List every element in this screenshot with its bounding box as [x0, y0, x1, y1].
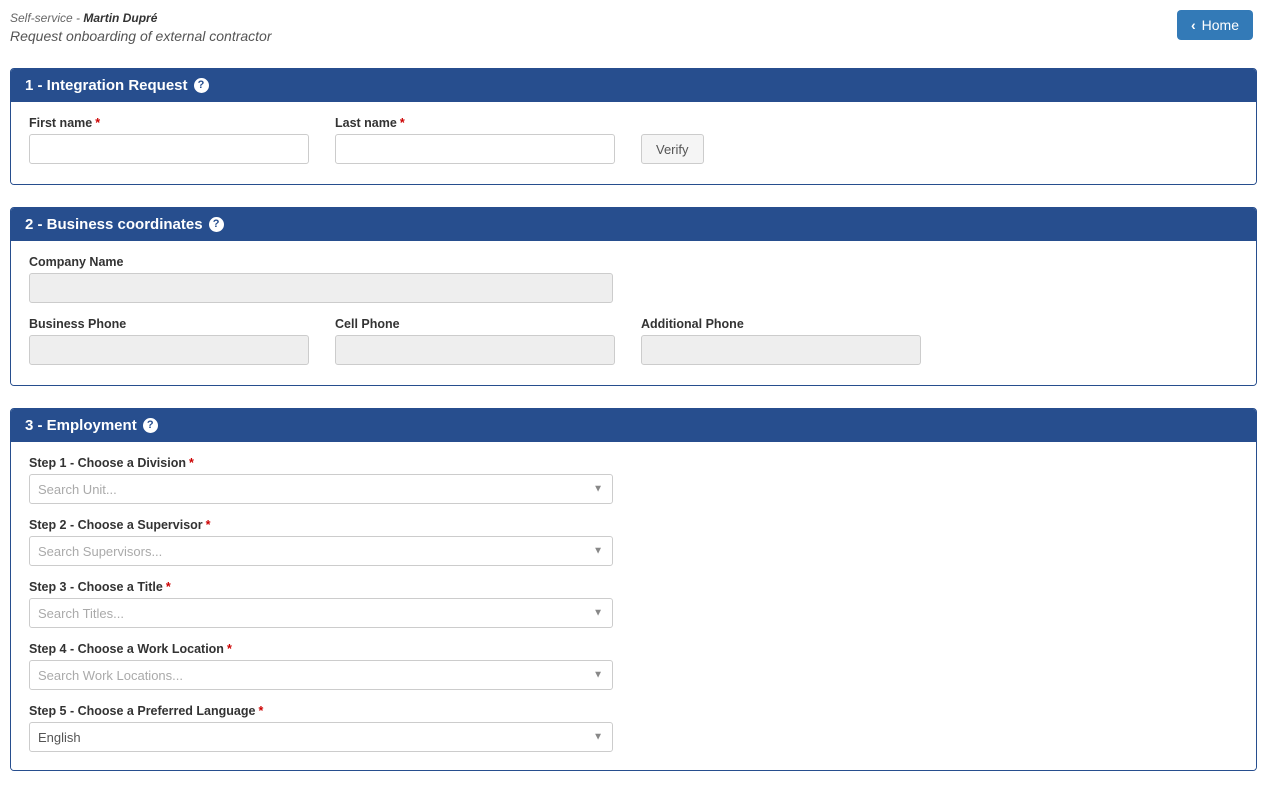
- work-location-select[interactable]: [29, 660, 613, 690]
- first-name-input[interactable]: [29, 134, 309, 164]
- panel-header-1: 1 - Integration Request ?: [11, 69, 1256, 102]
- company-name-input: [29, 273, 613, 303]
- breadcrumb-prefix: Self-service -: [10, 11, 83, 25]
- panel-title-3: 3 - Employment: [25, 417, 137, 434]
- help-icon[interactable]: ?: [209, 217, 224, 232]
- panel-title-2: 2 - Business coordinates: [25, 216, 203, 233]
- required-icon: *: [227, 642, 232, 656]
- panel-title-1: 1 - Integration Request: [25, 77, 188, 94]
- step3-label: Step 3 - Choose a Title*: [29, 580, 1238, 594]
- home-button[interactable]: ‹ Home: [1177, 10, 1253, 40]
- chevron-left-icon: ‹: [1191, 17, 1196, 33]
- required-icon: *: [189, 456, 194, 470]
- breadcrumb: Self-service - Martin Dupré: [10, 10, 272, 27]
- page-subtitle: Request onboarding of external contracto…: [10, 27, 272, 47]
- panel-header-3: 3 - Employment ?: [11, 409, 1256, 442]
- supervisor-select[interactable]: [29, 536, 613, 566]
- first-name-label: First name*: [29, 116, 309, 130]
- division-select[interactable]: [29, 474, 613, 504]
- required-icon: *: [258, 704, 263, 718]
- cell-phone-label: Cell Phone: [335, 317, 615, 331]
- required-icon: *: [400, 116, 405, 130]
- required-icon: *: [95, 116, 100, 130]
- panel-header-2: 2 - Business coordinates ?: [11, 208, 1256, 241]
- last-name-label: Last name*: [335, 116, 615, 130]
- language-select[interactable]: [29, 722, 613, 752]
- step4-label: Step 4 - Choose a Work Location*: [29, 642, 1238, 656]
- panel-integration-request: 1 - Integration Request ? First name* La…: [10, 68, 1257, 185]
- last-name-input[interactable]: [335, 134, 615, 164]
- additional-phone-label: Additional Phone: [641, 317, 921, 331]
- help-icon[interactable]: ?: [194, 78, 209, 93]
- home-button-label: Home: [1202, 17, 1239, 33]
- title-select[interactable]: [29, 598, 613, 628]
- cell-phone-input: [335, 335, 615, 365]
- verify-button[interactable]: Verify: [641, 134, 704, 164]
- additional-phone-input: [641, 335, 921, 365]
- step5-label: Step 5 - Choose a Preferred Language*: [29, 704, 1238, 718]
- step2-label: Step 2 - Choose a Supervisor*: [29, 518, 1238, 532]
- help-icon[interactable]: ?: [143, 418, 158, 433]
- panel-employment: 3 - Employment ? Step 1 - Choose a Divis…: [10, 408, 1257, 771]
- business-phone-label: Business Phone: [29, 317, 309, 331]
- required-icon: *: [206, 518, 211, 532]
- company-name-label: Company Name: [29, 255, 613, 269]
- panel-business-coordinates: 2 - Business coordinates ? Company Name …: [10, 207, 1257, 386]
- business-phone-input: [29, 335, 309, 365]
- breadcrumb-username: Martin Dupré: [83, 11, 157, 25]
- required-icon: *: [166, 580, 171, 594]
- step1-label: Step 1 - Choose a Division*: [29, 456, 1238, 470]
